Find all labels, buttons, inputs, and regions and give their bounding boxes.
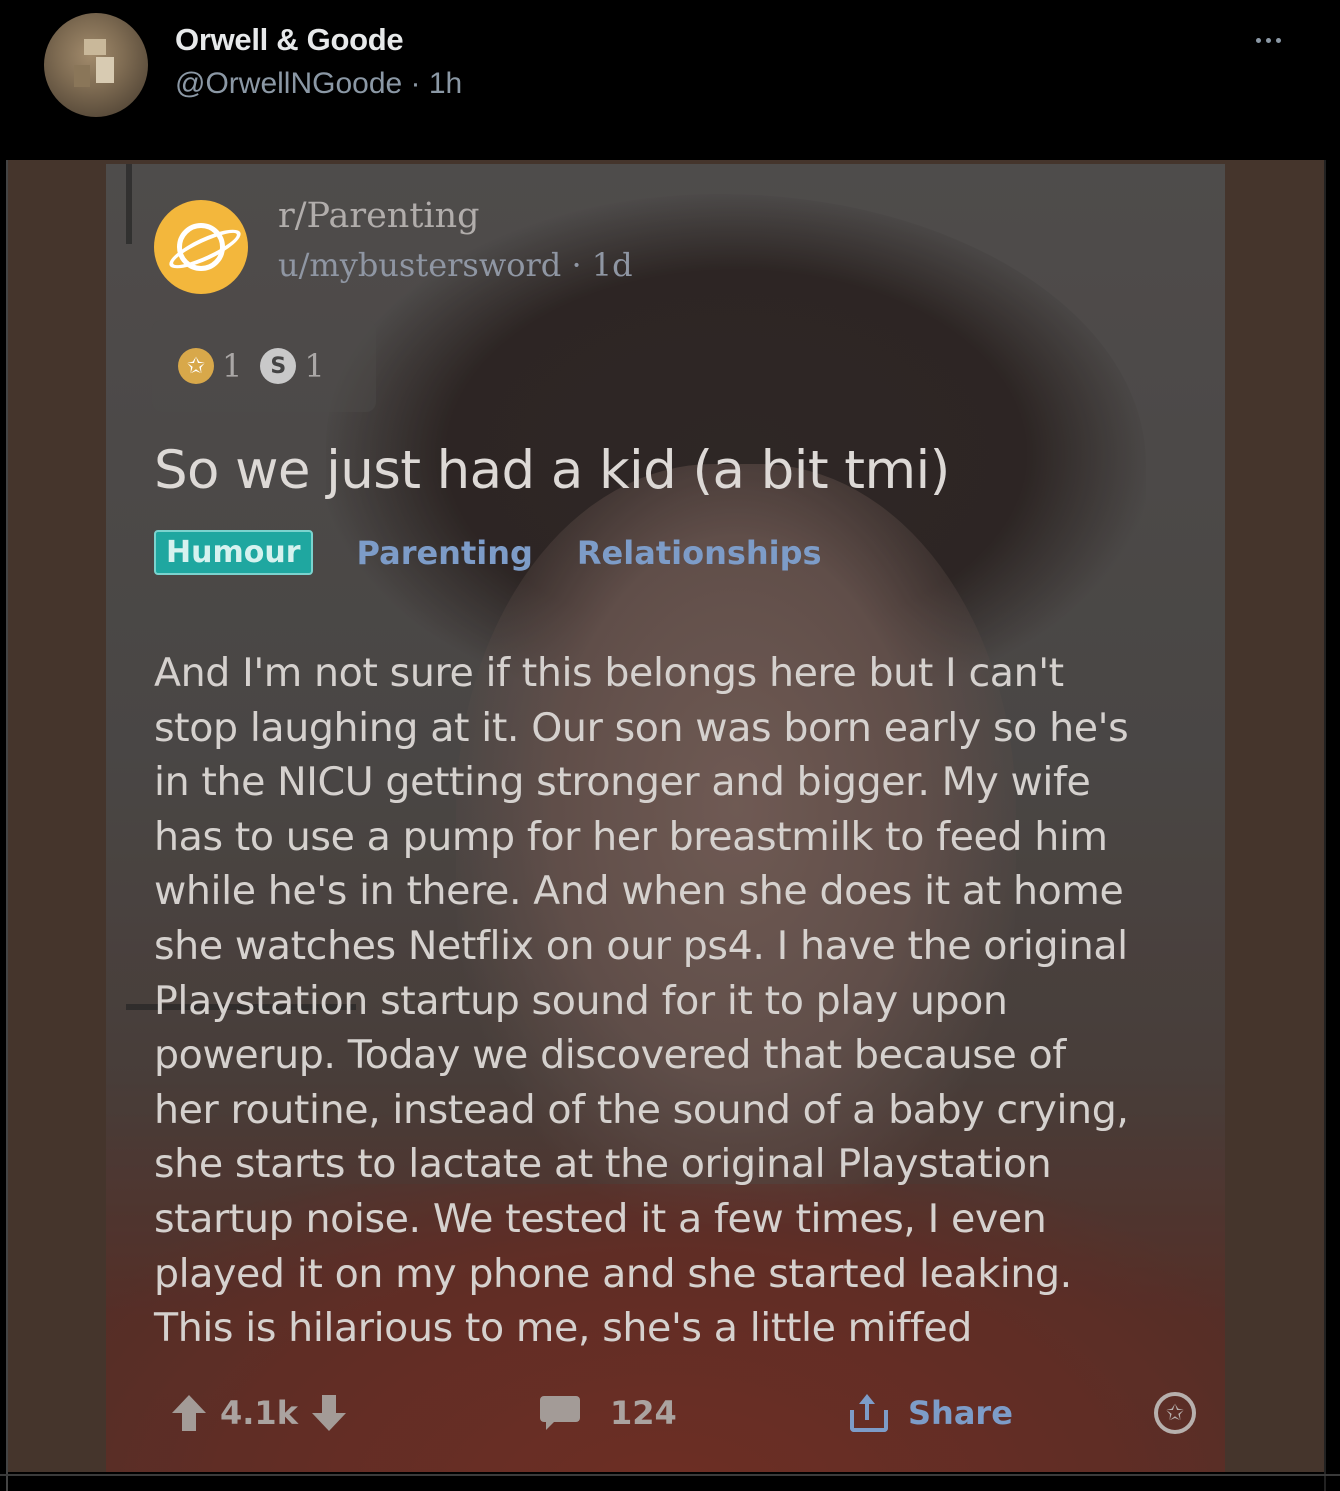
comments-group: 124 xyxy=(540,1394,677,1432)
flair-relationships: Relationships xyxy=(576,533,822,572)
planet-icon xyxy=(165,222,245,276)
author-line: u/mybustersword · 1d xyxy=(278,246,633,284)
flair-parenting: Parenting xyxy=(356,533,533,572)
post-age: 1d xyxy=(591,246,633,284)
flair-humour: Humour xyxy=(154,530,313,575)
tweet-header: Orwell & Goode @OrwellNGoode · 1h xyxy=(0,0,1340,160)
award-count: 1 xyxy=(304,347,325,385)
tweet-media[interactable]: r/Parenting u/mybustersword · 1d ✩ 1 S 1… xyxy=(8,160,1324,1472)
handle[interactable]: @OrwellNGoode xyxy=(175,67,402,100)
vote-count: 4.1k xyxy=(220,1394,298,1432)
frame-bottom-border xyxy=(0,1474,1340,1476)
separator: · xyxy=(402,67,429,100)
subreddit-name: r/Parenting xyxy=(278,196,480,236)
post-body: And I'm not sure if this belongs here bu… xyxy=(154,650,1129,1352)
share-group: Share xyxy=(848,1394,1013,1432)
avatar[interactable] xyxy=(44,13,148,117)
award-icon: ✩ xyxy=(1154,1392,1196,1434)
author: u/mybustersword xyxy=(278,246,562,284)
comment-count: 124 xyxy=(610,1394,677,1432)
more-options-button[interactable] xyxy=(1248,22,1288,58)
post-action-bar: 4.1k 124 Share ✩ xyxy=(106,1386,1225,1446)
screenshot-image: r/Parenting u/mybustersword · 1d ✩ 1 S 1… xyxy=(106,164,1225,1472)
downvote-icon xyxy=(311,1395,346,1431)
gold-award-icon: ✩ xyxy=(178,348,214,384)
post-title: So we just had a kid (a bit tmi) xyxy=(154,440,950,501)
upvote-icon xyxy=(172,1395,206,1431)
subreddit-icon xyxy=(154,200,248,294)
avatar-detail xyxy=(84,39,106,55)
frame-right-border xyxy=(1324,0,1326,1491)
award-count: 1 xyxy=(222,347,243,385)
silver-award-icon: S xyxy=(260,348,297,384)
vote-group: 4.1k xyxy=(172,1394,346,1432)
share-icon xyxy=(848,1394,888,1432)
flair-row: Humour Parenting Relationships xyxy=(154,530,822,575)
handle-line: @OrwellNGoode · 1h xyxy=(175,67,462,101)
timestamp[interactable]: 1h xyxy=(429,67,462,100)
avatar-detail xyxy=(96,57,114,83)
display-name[interactable]: Orwell & Goode xyxy=(175,22,404,58)
awards: ✩ 1 S 1 xyxy=(152,320,376,412)
more-icon xyxy=(1255,37,1281,43)
avatar-detail xyxy=(74,65,90,87)
comment-icon xyxy=(540,1396,580,1430)
share-label: Share xyxy=(908,1394,1013,1432)
